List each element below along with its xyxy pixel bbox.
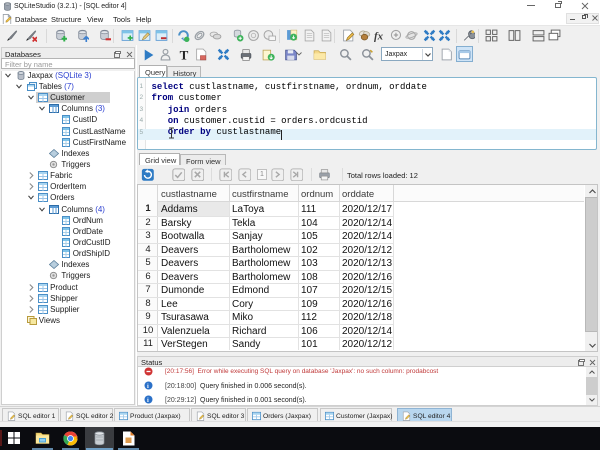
- svg-text:i: i: [147, 383, 149, 390]
- svg-text:fx: fx: [374, 30, 384, 42]
- svg-text:T: T: [180, 48, 189, 61]
- svg-text:i: i: [147, 397, 149, 404]
